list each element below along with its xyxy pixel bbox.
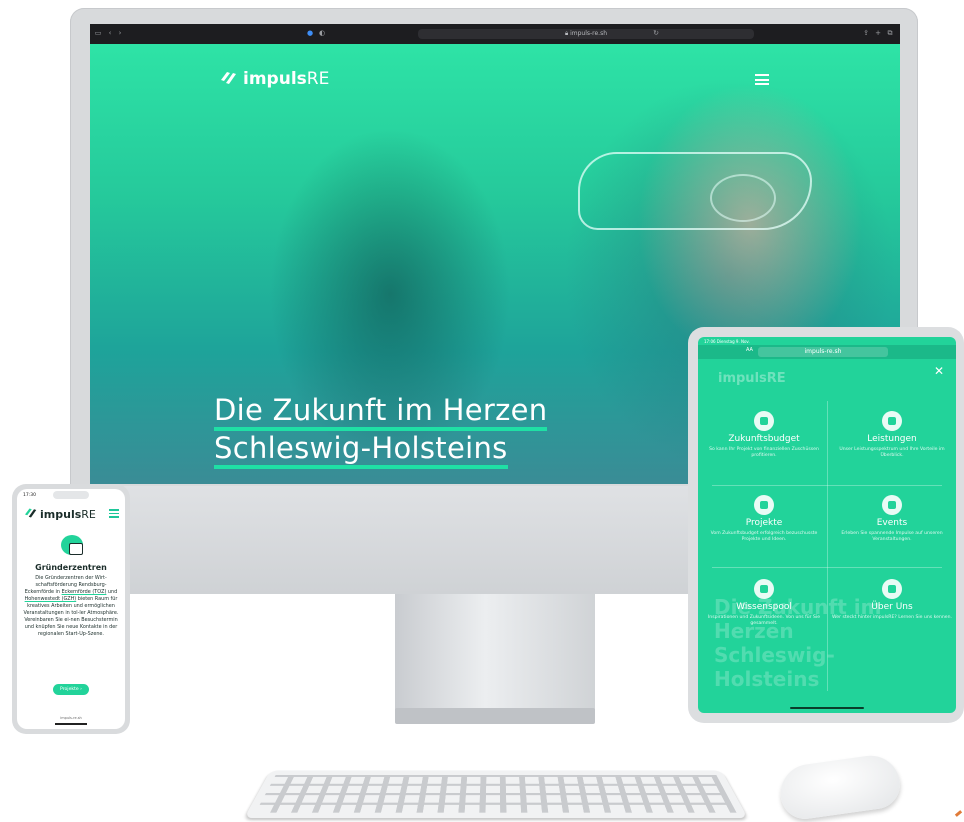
address-bar-url: impuls-re.sh bbox=[570, 30, 608, 37]
menu-tile-description: Erleben Sie spannende Impulse auf unsere… bbox=[841, 531, 943, 542]
hero-headline: Die Zukunft im Herzen Schleswig-Holstein… bbox=[214, 393, 548, 469]
menu-tile-description: Wer steckt hinter impulsRE? Lernen Sie u… bbox=[832, 615, 952, 620]
body-text: bieten Raum für kreatives Arbeiten und e… bbox=[23, 596, 119, 637]
computer-icon bbox=[69, 543, 83, 555]
body-text: und bbox=[106, 589, 118, 595]
bg-headline-line: Schleswig- bbox=[714, 643, 835, 667]
browser-toolbar: ▭ ‹ › ● ◐ 🔒︎ impuls-re.sh ↻ ⇪ + ⧉ bbox=[90, 24, 900, 44]
new-tab-icon[interactable]: + bbox=[874, 29, 882, 37]
pencil-decoration bbox=[954, 810, 963, 817]
menu-divider bbox=[827, 401, 828, 691]
menu-tile-projekte[interactable]: Projekte Vom Zukunftsbudget erfolgreich … bbox=[704, 495, 824, 543]
menu-tile-title: Events bbox=[876, 518, 908, 528]
menu-tile-zukunftsbudget[interactable]: Zukunftsbudget So kann Ihr Projekt von f… bbox=[704, 411, 824, 459]
menu-divider bbox=[712, 567, 942, 568]
menu-tile-title: Projekte bbox=[745, 518, 783, 528]
rocket-icon bbox=[754, 411, 774, 431]
phone-status-time: 17:30 bbox=[23, 493, 36, 498]
menu-tile-title: Über Uns bbox=[871, 602, 913, 612]
phone-url: impuls-re.sh bbox=[60, 716, 82, 720]
mouse bbox=[776, 751, 904, 822]
tablet-address-bar[interactable]: impuls-re.sh bbox=[758, 347, 888, 357]
menu-tile-leistungen[interactable]: Leistungen Unser Leistungsspektrum und I… bbox=[832, 411, 952, 459]
menu-tile-ueber-uns[interactable]: Über Uns Wer steckt hinter impulsRE? Ler… bbox=[832, 579, 952, 621]
hero-image-lens bbox=[710, 174, 776, 222]
privacy-icon[interactable]: ● bbox=[306, 29, 314, 37]
logo-bold-part: impuls bbox=[40, 508, 82, 521]
tablet-faded-logo: impulsRE bbox=[718, 371, 786, 386]
keyboard-keys bbox=[255, 774, 737, 813]
hero-headline-line-1: Die Zukunft im Herzen bbox=[214, 393, 548, 431]
phone-home-indicator[interactable] bbox=[55, 723, 87, 725]
hamburger-menu-icon[interactable] bbox=[755, 74, 769, 85]
menu-divider bbox=[712, 485, 942, 486]
projekte-button[interactable]: Projekte › bbox=[53, 684, 89, 695]
reload-icon[interactable]: ↻ bbox=[652, 29, 660, 37]
menu-tile-description: Vom Zukunftsbudget erfolgreich bezuschus… bbox=[710, 531, 818, 542]
menu-tile-wissenspool[interactable]: Wissenspool Inspirationen und Zukunftsid… bbox=[704, 579, 824, 627]
address-bar[interactable]: 🔒︎ impuls-re.sh bbox=[418, 29, 754, 39]
globe-icon bbox=[754, 579, 774, 599]
hero-image-glasses bbox=[578, 152, 812, 230]
hamburger-menu-icon[interactable] bbox=[109, 509, 119, 520]
tablet-reader-aa[interactable]: AA bbox=[746, 347, 753, 353]
link-hohenwestedt[interactable]: Hohenwestedt (GZH) bbox=[25, 596, 77, 602]
bg-headline-line: Holsteins bbox=[714, 667, 820, 691]
share-icon[interactable]: ⇪ bbox=[862, 29, 870, 37]
tablet-home-indicator[interactable] bbox=[790, 707, 864, 709]
imac-stand-foot bbox=[395, 708, 595, 724]
link-eckernfoerde[interactable]: Eckernförde (TOZ) bbox=[62, 589, 107, 595]
logo-thin-part: RE bbox=[81, 508, 96, 521]
menu-tile-title: Leistungen bbox=[867, 434, 917, 444]
desk-lamp-icon bbox=[754, 495, 774, 515]
menu-tile-description: Inspirationen und Zukunftsideen. Von uns… bbox=[707, 615, 821, 626]
menu-tile-description: Unser Leistungsspektrum und Ihre Vorteil… bbox=[839, 447, 945, 458]
tablet-screen: 17:06 Dienstag 9. Nov. impuls-re.sh AA i… bbox=[698, 337, 956, 713]
people-icon bbox=[882, 579, 902, 599]
close-icon[interactable]: ✕ bbox=[934, 365, 944, 377]
section-body: Die Gründerzentren der Wirt-schaftsförde… bbox=[22, 575, 120, 638]
logo-bold-part: impuls bbox=[243, 69, 307, 89]
back-icon[interactable]: ‹ bbox=[106, 29, 114, 37]
impulsre-logo-text[interactable]: impulsRE bbox=[243, 70, 329, 88]
impulsre-logo-icon[interactable] bbox=[24, 507, 38, 519]
impulsre-logo-text[interactable]: impulsRE bbox=[40, 508, 96, 521]
forward-icon[interactable]: › bbox=[116, 29, 124, 37]
tabs-overview-icon[interactable]: ⧉ bbox=[886, 29, 894, 37]
logo-thin-part: RE bbox=[306, 69, 330, 89]
phone-notch bbox=[53, 491, 89, 499]
impulsre-logo-icon[interactable] bbox=[220, 70, 238, 86]
keyboard bbox=[244, 770, 748, 819]
tablet-browser-bar: impuls-re.sh bbox=[698, 345, 956, 359]
menu-tile-title: Wissenspool bbox=[736, 602, 792, 612]
shield-icon[interactable]: ◐ bbox=[318, 29, 326, 37]
presentation-icon bbox=[882, 495, 902, 515]
phone-screen: 17:30 impulsRE Gründerzentren Die Gründe… bbox=[17, 489, 125, 729]
imac-stand bbox=[395, 594, 595, 712]
section-title: Gründerzentren bbox=[35, 563, 107, 572]
menu-tile-description: So kann Ihr Projekt von finanziellen Zus… bbox=[709, 447, 819, 458]
hero-headline-line-2: Schleswig-Holsteins bbox=[214, 431, 508, 469]
menu-tile-events[interactable]: Events Erleben Sie spannende Impulse auf… bbox=[832, 495, 952, 543]
menu-tile-title: Zukunftsbudget bbox=[728, 434, 800, 444]
sidebar-icon[interactable]: ▭ bbox=[94, 29, 102, 37]
mountain-flag-icon bbox=[882, 411, 902, 431]
lock-icon: 🔒︎ bbox=[564, 30, 569, 37]
